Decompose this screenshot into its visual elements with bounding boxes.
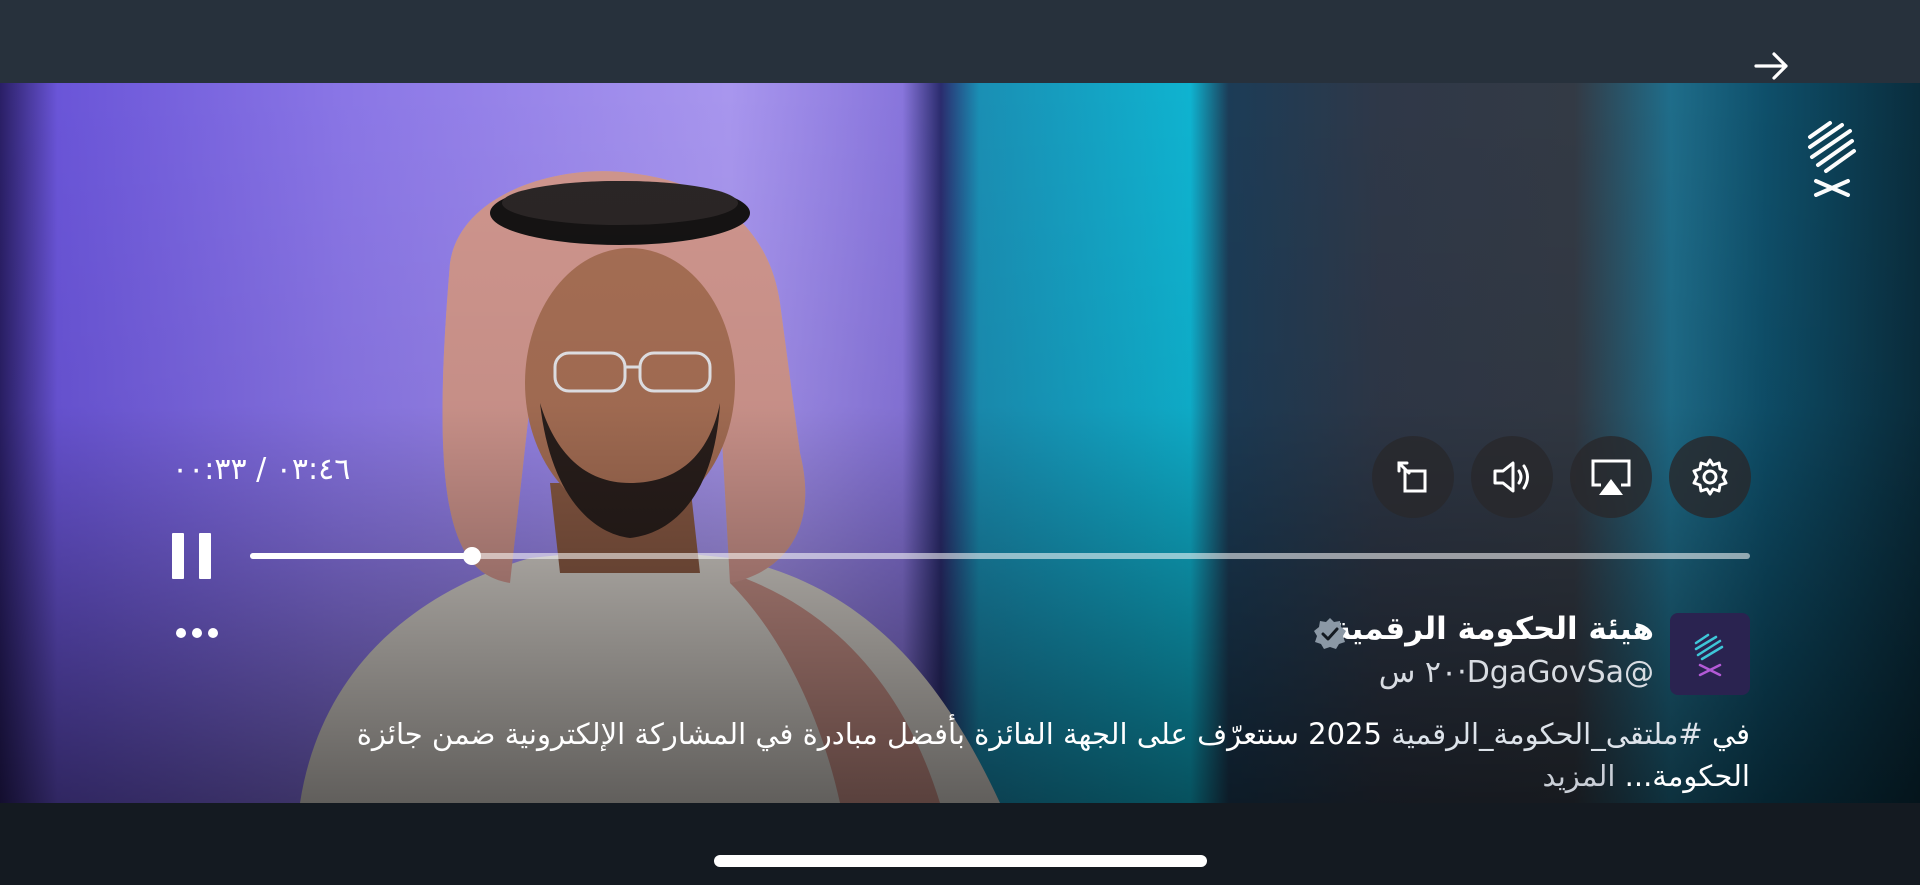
top-bar	[0, 0, 1920, 83]
back-arrow-icon[interactable]	[1752, 48, 1792, 84]
verified-badge-icon	[1314, 618, 1346, 649]
airplay-icon	[1591, 459, 1631, 495]
account-handle-row: @DgaGovSa·٢٠ س	[1379, 655, 1654, 690]
rotate-screen-icon	[1397, 461, 1427, 493]
gear-icon	[1692, 458, 1728, 496]
separator: ·	[1457, 655, 1467, 690]
account-avatar[interactable]	[1670, 613, 1750, 695]
volume-button[interactable]	[1471, 436, 1553, 518]
caption-more-link[interactable]: المزيد	[1542, 759, 1624, 793]
seek-bar-progress	[250, 553, 472, 559]
caption-prefix: في	[1702, 717, 1750, 751]
more-dot	[208, 628, 218, 638]
seek-thumb[interactable]	[463, 547, 481, 565]
account-name[interactable]: هيئة الحكومة الرقمية	[1333, 611, 1654, 647]
rotate-screen-button[interactable]	[1372, 436, 1454, 518]
airplay-button[interactable]	[1570, 436, 1652, 518]
seek-bar[interactable]	[250, 547, 1750, 565]
post-time: ٢٠ س	[1378, 655, 1458, 690]
volume-icon	[1493, 461, 1529, 493]
pause-icon-bar-right	[199, 533, 211, 579]
account-handle[interactable]: @DgaGovSa	[1467, 655, 1654, 690]
bottom-bar	[0, 803, 1920, 885]
pause-icon-bar-left	[172, 533, 184, 579]
more-options-button[interactable]	[176, 621, 224, 645]
settings-button[interactable]	[1669, 436, 1751, 518]
post-caption: في #ملتقى_الحكومة_الرقمية 2025 سنتعرّف ع…	[290, 713, 1750, 797]
time-display: ٠٣:٤٦ / ٠٠:٣٣	[172, 452, 351, 487]
caption-hashtag[interactable]: #ملتقى_الحكومة_الرقمية	[1391, 717, 1703, 751]
more-dot	[176, 628, 186, 638]
home-indicator[interactable]	[714, 855, 1207, 867]
dga-logo-avatar-icon	[1694, 633, 1724, 677]
pause-button[interactable]	[172, 533, 212, 579]
more-dot	[192, 628, 202, 638]
